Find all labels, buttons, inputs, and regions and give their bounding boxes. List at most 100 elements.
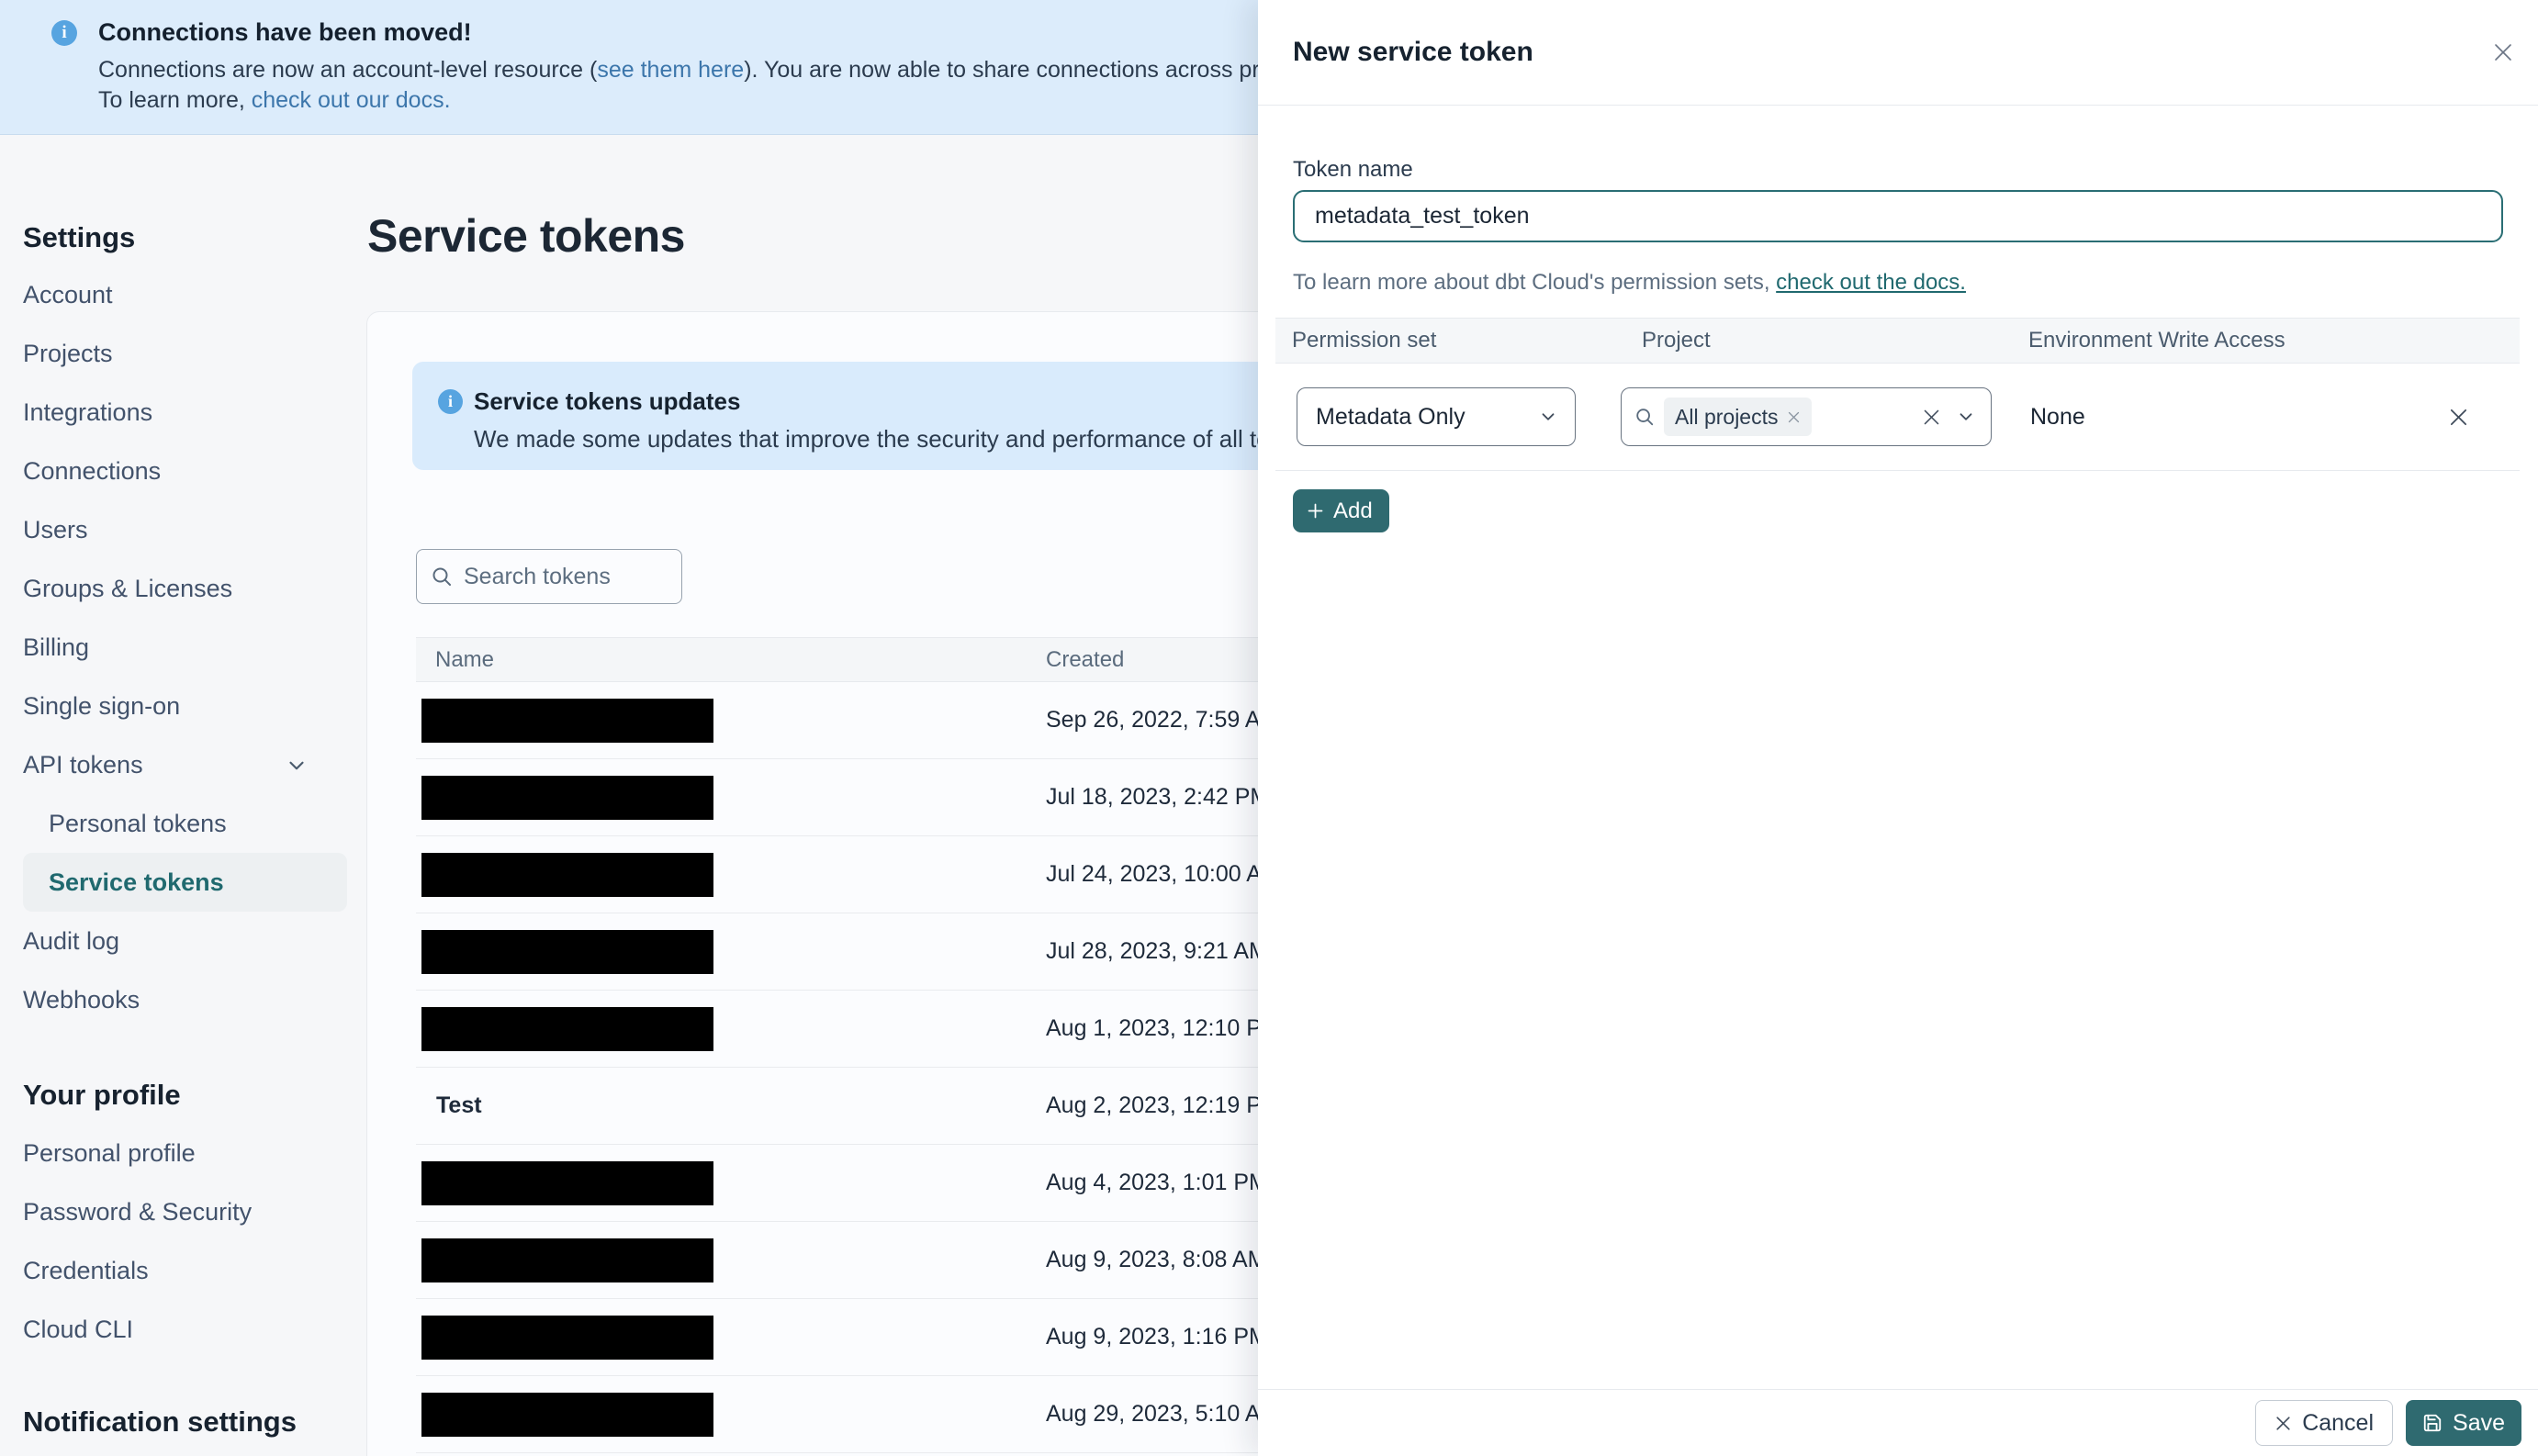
sidebar-item-credentials[interactable]: Credentials <box>0 1241 369 1300</box>
token-name-text: Test <box>436 1092 482 1118</box>
permission-set-select[interactable]: Metadata Only <box>1297 387 1576 446</box>
project-chip-label: All projects <box>1675 404 1779 429</box>
sidebar-item-connections[interactable]: Connections <box>0 442 369 500</box>
column-header-environment-write-access: Environment Write Access <box>2028 328 2285 353</box>
search-tokens-input[interactable] <box>464 563 666 590</box>
your-profile-heading: Your profile <box>23 1079 181 1111</box>
save-button[interactable]: Save <box>2406 1400 2521 1446</box>
column-header-project: Project <box>1642 328 1711 353</box>
column-header-permission-set: Permission set <box>1292 328 1437 353</box>
search-tokens-field[interactable] <box>416 549 682 604</box>
redacted-token-name <box>421 1315 713 1360</box>
settings-sidebar: Settings Account Projects Integrations C… <box>0 135 369 1456</box>
sidebar-item-label: Groups & Licenses <box>23 574 233 602</box>
project-chip[interactable]: All projects <box>1664 398 1813 436</box>
page-title: Service tokens <box>367 210 685 262</box>
sidebar-item-label: Projects <box>23 339 113 367</box>
token-name-cell <box>416 929 1046 974</box>
search-icon <box>1636 409 1654 426</box>
sidebar-item-audit-log[interactable]: Audit log <box>0 912 369 970</box>
redacted-token-name <box>421 775 713 820</box>
new-service-token-drawer: New service token Token name To learn mo… <box>1258 0 2538 1456</box>
sidebar-item-groups-licenses[interactable]: Groups & Licenses <box>0 559 369 618</box>
profile-nav: Personal profile Password & Security Cre… <box>0 1124 369 1359</box>
chevron-down-icon <box>1542 413 1555 420</box>
redacted-token-name <box>421 1392 713 1437</box>
chevron-down-icon <box>289 761 304 770</box>
close-icon <box>2276 1416 2290 1430</box>
sidebar-item-label: Integrations <box>23 398 153 426</box>
banner-line1-pre: Connections are now an account-level res… <box>98 57 598 83</box>
sidebar-item-label: Billing <box>23 633 90 661</box>
permission-docs-line: To learn more about dbt Cloud's permissi… <box>1293 270 2503 296</box>
sidebar-item-account[interactable]: Account <box>0 265 369 324</box>
cancel-button[interactable]: Cancel <box>2255 1400 2394 1446</box>
token-name-input[interactable] <box>1293 190 2503 242</box>
sidebar-item-label: Credentials <box>23 1256 149 1284</box>
sidebar-item-label: Users <box>23 515 88 543</box>
token-name-cell <box>416 775 1046 820</box>
permissions-table-header: Permission set Project Environment Write… <box>1275 318 2520 364</box>
sidebar-item-webhooks[interactable]: Webhooks <box>0 970 369 1029</box>
info-icon: i <box>438 389 463 414</box>
remove-chip-icon[interactable] <box>1787 410 1801 424</box>
notification-settings-heading: Notification settings <box>23 1406 297 1438</box>
permission-set-value: Metadata Only <box>1316 403 1466 430</box>
sidebar-item-cloud-cli[interactable]: Cloud CLI <box>0 1300 369 1359</box>
cancel-button-label: Cancel <box>2302 1409 2375 1436</box>
check-out-the-docs-link[interactable]: check out the docs. <box>1776 270 1966 295</box>
sidebar-item-label: Audit log <box>23 926 120 955</box>
sidebar-item-label: Cloud CLI <box>23 1315 134 1343</box>
sidebar-item-billing[interactable]: Billing <box>0 618 369 677</box>
settings-heading: Settings <box>23 221 136 253</box>
sidebar-item-single-sign-on[interactable]: Single sign-on <box>0 677 369 735</box>
permission-row: Metadata Only All projects None <box>1275 364 2520 471</box>
sidebar-item-personal-profile[interactable]: Personal profile <box>0 1124 369 1182</box>
save-button-label: Save <box>2453 1409 2505 1436</box>
sidebar-item-api-tokens[interactable]: API tokens <box>0 735 369 794</box>
see-them-here-link[interactable]: see them here <box>597 57 744 83</box>
sidebar-item-integrations[interactable]: Integrations <box>0 383 369 442</box>
save-icon <box>2423 1414 2442 1432</box>
sidebar-item-label: Single sign-on <box>23 691 181 720</box>
chevron-down-icon[interactable] <box>1956 407 1976 427</box>
redacted-token-name <box>421 698 713 743</box>
add-button-label: Add <box>1333 498 1373 523</box>
token-name-cell <box>416 852 1046 897</box>
add-permission-button[interactable]: Add <box>1293 489 1389 532</box>
token-name-cell <box>416 1238 1046 1282</box>
token-name-cell <box>416 1160 1046 1205</box>
drawer-footer: Cancel Save <box>1258 1389 2538 1456</box>
remove-permission-row-button[interactable] <box>2448 407 2469 428</box>
sidebar-item-label: Connections <box>23 456 162 485</box>
check-our-docs-link[interactable]: check out our docs. <box>252 87 451 113</box>
sidebar-item-label: Personal profile <box>23 1138 196 1167</box>
sidebar-item-service-tokens[interactable]: Service tokens <box>23 853 347 912</box>
sidebar-item-label: API tokens <box>23 750 143 778</box>
sidebar-item-label: Webhooks <box>23 985 140 1014</box>
sidebar-item-label: Service tokens <box>49 868 224 896</box>
token-name-cell: Test <box>416 1092 1046 1119</box>
sidebar-item-projects[interactable]: Projects <box>0 324 369 383</box>
clear-selection-icon[interactable] <box>1922 408 1941 427</box>
settings-nav: Account Projects Integrations Connection… <box>0 265 369 1029</box>
sidebar-item-personal-tokens[interactable]: Personal tokens <box>0 794 369 853</box>
close-drawer-button[interactable] <box>2492 41 2514 63</box>
redacted-token-name <box>421 929 713 974</box>
column-header-created: Created <box>1046 646 1125 672</box>
drawer-header: New service token <box>1258 0 2538 106</box>
banner-line-2: To learn more, check out our docs. <box>98 87 451 114</box>
redacted-token-name <box>421 1238 713 1282</box>
project-multiselect[interactable]: All projects <box>1621 387 1992 446</box>
redacted-token-name <box>421 1160 713 1205</box>
token-name-cell <box>416 1006 1046 1051</box>
token-name-cell <box>416 1392 1046 1437</box>
drawer-title: New service token <box>1293 37 1533 67</box>
close-icon <box>2495 44 2511 61</box>
plus-icon <box>1308 503 1323 519</box>
docs-line-pre: To learn more about dbt Cloud's permissi… <box>1293 270 1777 295</box>
redacted-token-name <box>421 1006 713 1051</box>
sidebar-item-password-security[interactable]: Password & Security <box>0 1182 369 1241</box>
search-icon <box>432 567 451 586</box>
sidebar-item-users[interactable]: Users <box>0 500 369 559</box>
